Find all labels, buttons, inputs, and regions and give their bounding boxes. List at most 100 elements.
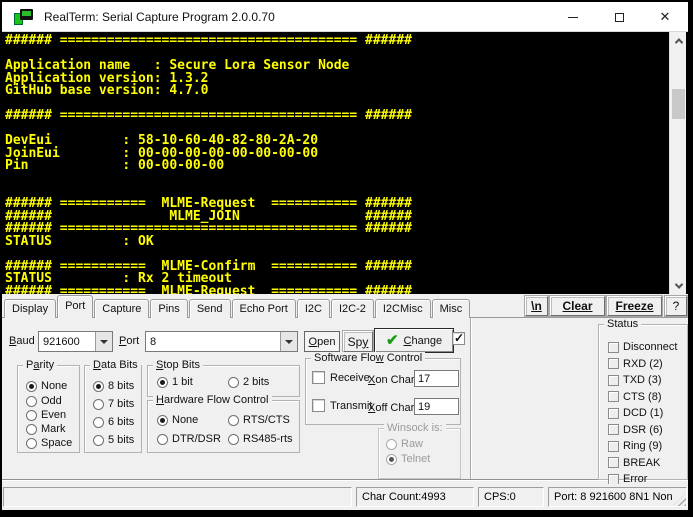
tab-capture[interactable]: Capture	[94, 299, 149, 318]
parity-even-radio[interactable]: Even	[26, 409, 66, 421]
realterm-window: RealTerm: Serial Capture Program 2.0.0.7…	[2, 2, 688, 510]
receive-checkbox[interactable]	[312, 371, 325, 384]
xon-char-label: Xon Char:	[368, 374, 418, 386]
status-item-cts-8-: CTS (8)	[608, 391, 687, 403]
tab-pins[interactable]: Pins	[150, 299, 187, 318]
close-button[interactable]: ✕	[642, 2, 688, 32]
maximize-icon	[615, 13, 624, 22]
status-item-txd-3-: TXD (3)	[608, 374, 687, 386]
titlebar: RealTerm: Serial Capture Program 2.0.0.7…	[2, 2, 688, 32]
open-button[interactable]: Open	[304, 331, 340, 352]
hardware-flow-group: Hardware Flow Control None RTS/CTS DTR/D…	[147, 400, 300, 453]
parity-mark-radio[interactable]: Mark	[26, 423, 65, 435]
clear-button[interactable]: Clear	[550, 296, 605, 316]
port-label: Port	[119, 335, 139, 347]
minimize-icon	[568, 17, 578, 18]
status-led	[608, 391, 619, 402]
software-flow-group: Software Flow Control Receive Xon Char: …	[305, 358, 461, 425]
scroll-up-button[interactable]	[670, 32, 687, 49]
tab-i2c-2[interactable]: I2C-2	[331, 299, 374, 318]
terminal-scrollbar[interactable]	[669, 32, 686, 294]
terminal-output[interactable]: ###### =================================…	[2, 32, 669, 294]
minimize-button[interactable]	[550, 2, 596, 32]
statusbar-cps: CPS:0	[478, 487, 544, 507]
xoff-char-label: Xoff Char:	[368, 402, 417, 414]
change-button[interactable]: ✔ Change	[374, 328, 454, 353]
tab-bar: DisplayPortCapturePinsSendEcho PortI2CI2…	[2, 294, 688, 318]
dropdown-arrow-icon	[285, 340, 293, 344]
statusbar-empty-cell	[3, 487, 352, 507]
hwflow-rtscts-radio[interactable]: RTS/CTS	[228, 414, 290, 426]
status-item-dsr-6-: DSR (6)	[608, 424, 687, 436]
parity-odd-radio[interactable]: Odd	[26, 395, 62, 407]
baud-combobox[interactable]: 921600	[38, 331, 113, 352]
stopbits-1-radio[interactable]: 1 bit	[157, 376, 193, 388]
xoff-char-input[interactable]	[414, 398, 459, 415]
port-value: 8	[146, 336, 280, 348]
hwflow-rs485-radio[interactable]: RS485-rts	[228, 433, 293, 445]
databits-8-radio[interactable]: 8 bits	[93, 380, 134, 392]
databits-6-radio[interactable]: 6 bits	[93, 416, 134, 428]
port-tab-page: Baud 921600 Port 8 Open Spy ✔ Change Par…	[2, 318, 688, 484]
port-dropdown-button[interactable]	[280, 332, 297, 351]
app-icon	[14, 9, 34, 25]
tab-i2c[interactable]: I2C	[297, 299, 330, 318]
xon-char-input[interactable]	[414, 370, 459, 387]
parity-none-radio[interactable]: None	[26, 380, 67, 392]
spy-button[interactable]: Spy	[343, 331, 373, 352]
databits-7-radio[interactable]: 7 bits	[93, 398, 134, 410]
green-check-icon: ✔	[386, 336, 399, 346]
chevron-up-icon	[674, 38, 682, 46]
status-panel: Status DisconnectRXD (2)TXD (3)CTS (8)DC…	[598, 324, 688, 480]
stopbits-2-radio[interactable]: 2 bits	[228, 376, 269, 388]
scrollbar-thumb[interactable]	[672, 89, 685, 119]
tab-send[interactable]: Send	[189, 299, 231, 318]
tab-echo-port[interactable]: Echo Port	[232, 299, 296, 318]
data-bits-group: Data Bits 8 bits 7 bits 6 bits 5 bits	[84, 365, 142, 453]
scroll-down-button[interactable]	[670, 277, 687, 294]
databits-5-radio[interactable]: 5 bits	[93, 434, 134, 446]
tab-misc[interactable]: Misc	[432, 299, 471, 318]
winsock-raw-radio[interactable]: Raw	[386, 438, 423, 450]
tab-i2cmisc[interactable]: I2CMisc	[375, 299, 431, 318]
baud-label: Baud	[9, 335, 35, 347]
close-icon: ✕	[660, 9, 671, 25]
transmit-checkbox-row[interactable]: Transmit	[312, 399, 372, 412]
baud-value: 921600	[39, 336, 95, 348]
status-led	[608, 424, 619, 435]
maximize-button[interactable]	[596, 2, 642, 32]
status-led	[608, 358, 619, 369]
terminal-text: ###### =================================…	[2, 32, 669, 294]
status-item-rxd-2-: RXD (2)	[608, 358, 687, 370]
status-item-ring-9-: Ring (9)	[608, 440, 687, 452]
transmit-checkbox[interactable]	[312, 399, 325, 412]
parity-space-radio[interactable]: Space	[26, 437, 72, 449]
stop-bits-group: Stop Bits 1 bit 2 bits	[147, 365, 300, 397]
status-led	[608, 474, 619, 485]
status-item-dcd-1-: DCD (1)	[608, 407, 687, 419]
status-led	[608, 441, 619, 452]
port-change-checkbox[interactable]	[452, 332, 465, 345]
baud-dropdown-button[interactable]	[95, 332, 112, 351]
port-combobox[interactable]: 8	[145, 331, 298, 352]
newline-mode-button[interactable]: \n	[525, 296, 548, 316]
freeze-button[interactable]: Freeze	[607, 296, 662, 316]
winsock-group: Winsock is: Raw Telnet	[378, 428, 461, 479]
status-led	[608, 457, 619, 468]
resize-grip[interactable]	[673, 493, 686, 506]
tab-port[interactable]: Port	[57, 295, 93, 318]
chevron-down-icon	[674, 280, 682, 288]
hwflow-none-radio[interactable]: None	[157, 414, 198, 426]
parity-group: Parity None Odd Even Mark Space	[17, 365, 80, 453]
status-item-disconnect: Disconnect	[608, 341, 687, 353]
status-led	[608, 342, 619, 353]
dropdown-arrow-icon	[100, 340, 108, 344]
help-button[interactable]: ?	[665, 296, 687, 316]
hwflow-dtrdsr-radio[interactable]: DTR/DSR	[157, 433, 221, 445]
receive-checkbox-row[interactable]: Receive	[312, 371, 370, 384]
statusbar-char-count: Char Count:4993	[356, 487, 474, 507]
statusbar-port-info: Port: 8 921600 8N1 Non	[548, 487, 687, 507]
tab-display[interactable]: Display	[4, 299, 56, 318]
window-title: RealTerm: Serial Capture Program 2.0.0.7…	[44, 10, 275, 24]
winsock-telnet-radio[interactable]: Telnet	[386, 453, 430, 465]
